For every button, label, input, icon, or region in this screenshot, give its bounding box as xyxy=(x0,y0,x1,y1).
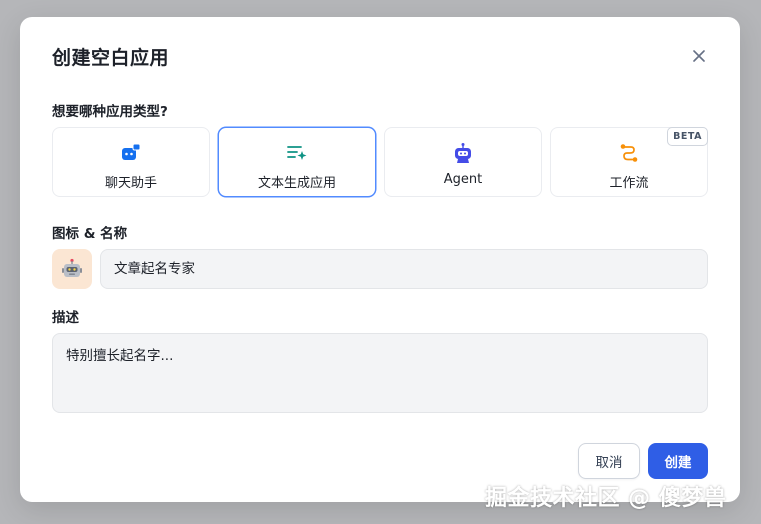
app-type-label: 想要哪种应用类型? xyxy=(52,104,168,120)
app-type-name: 文本生成应用 xyxy=(257,176,336,191)
create-button[interactable]: 创建 xyxy=(648,443,708,479)
cancel-button[interactable]: 取消 xyxy=(578,443,640,479)
icon-name-label: 图标 & 名称 xyxy=(52,226,128,242)
app-name-input[interactable]: 文章起名专家 xyxy=(100,249,708,289)
agent-robot-icon xyxy=(452,142,474,164)
close-icon[interactable] xyxy=(690,47,708,65)
robot-emoji-icon xyxy=(62,258,82,277)
app-type-agent[interactable]: Agent xyxy=(384,127,542,197)
app-type-text-generator[interactable]: 文本生成应用 xyxy=(218,127,376,197)
description-label: 描述 xyxy=(52,310,79,326)
create-app-dialog: 创建空白应用 想要哪种应用类型? 聊天助手 文本生成应用 Agent BETA … xyxy=(20,17,740,502)
watermark: 掘金技术社区 @ 傻梦兽 xyxy=(485,486,727,511)
app-type-selector: 聊天助手 文本生成应用 Agent BETA 工作流 xyxy=(52,127,708,197)
app-icon-picker[interactable] xyxy=(52,249,92,289)
app-type-name: 工作流 xyxy=(609,176,649,191)
description-textarea[interactable]: 特别擅长起名字... xyxy=(52,333,708,413)
beta-badge: BETA xyxy=(667,127,708,146)
app-type-name: 聊天助手 xyxy=(104,176,157,191)
workflow-icon xyxy=(618,142,640,164)
app-type-chat-assistant[interactable]: 聊天助手 xyxy=(52,127,210,197)
app-type-name: Agent xyxy=(443,172,483,187)
text-sparkle-icon xyxy=(286,142,308,164)
dialog-title: 创建空白应用 xyxy=(52,47,170,69)
chat-bot-icon xyxy=(120,142,142,164)
app-type-workflow[interactable]: BETA 工作流 xyxy=(550,127,708,197)
